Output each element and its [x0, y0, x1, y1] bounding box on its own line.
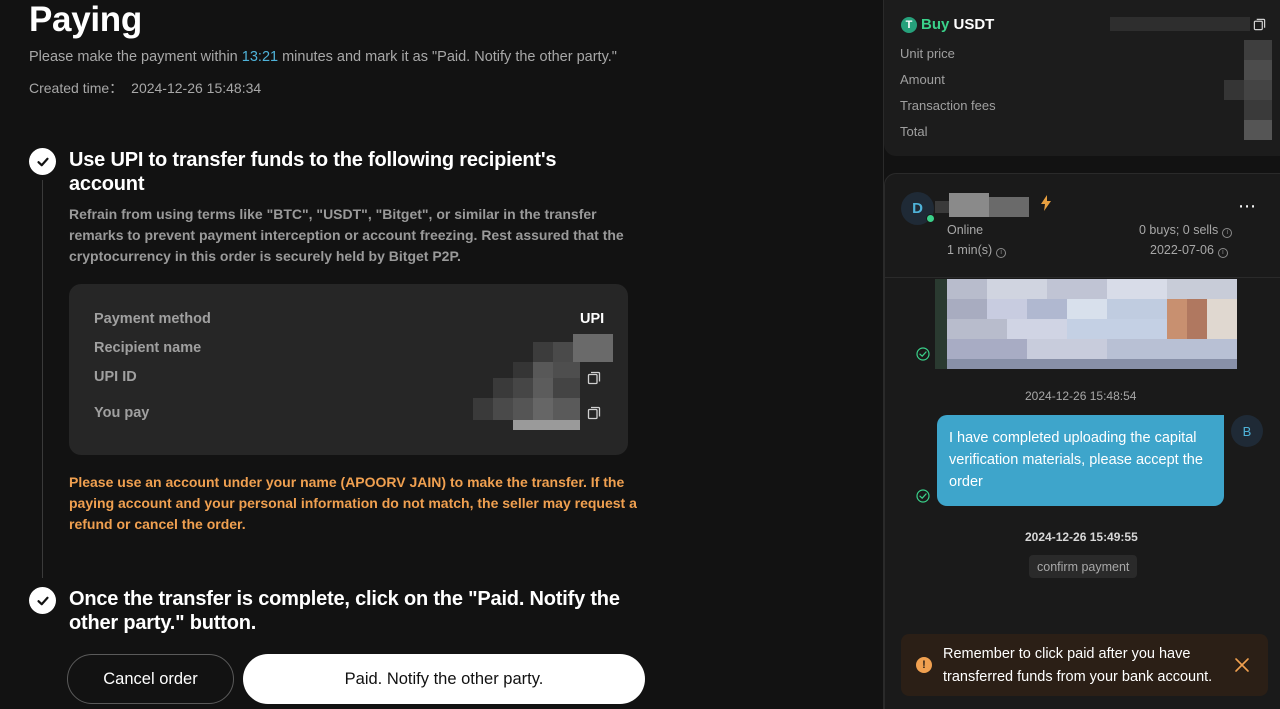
step2-title: Once the transfer is complete, click on …	[69, 588, 620, 634]
cancel-order-button[interactable]: Cancel order	[67, 654, 234, 704]
image-message[interactable]	[935, 279, 1237, 369]
trade-count: 0 buys; 0 sells i	[1139, 223, 1233, 238]
copy-upi-id-icon[interactable]	[587, 371, 601, 385]
payment-method-label: Payment method	[94, 311, 211, 327]
order-asset: USDT	[953, 16, 995, 33]
info-icon[interactable]: i	[996, 248, 1007, 258]
redacted-order-values	[1224, 40, 1272, 140]
amount-label: Amount	[900, 72, 945, 87]
recipient-name-label: Recipient name	[94, 340, 202, 356]
instruction-suffix: minutes and mark it as "Paid. Notify the…	[278, 49, 617, 65]
online-status-text: Online	[947, 223, 984, 237]
payment-method-value: UPI	[580, 311, 605, 327]
instruction-prefix: Please make the payment within	[29, 49, 242, 65]
timeline-line	[42, 180, 43, 578]
more-options-icon[interactable]: ⋯	[1238, 196, 1257, 217]
countdown-timer: 13:21	[241, 49, 279, 65]
joined-date: 2022-07-06 i	[1150, 243, 1228, 258]
payment-instruction: Please make the payment within 13:21 min…	[29, 49, 617, 65]
order-title: Buy USDT	[921, 16, 994, 33]
info-icon[interactable]: i	[1217, 248, 1228, 258]
message-read-icon	[916, 489, 930, 508]
step1-check-icon	[29, 148, 56, 175]
close-icon[interactable]	[1234, 657, 1250, 673]
created-time-value: 2024-12-26 15:48:34	[131, 80, 262, 96]
my-message-bubble: I have completed uploading the capital v…	[937, 415, 1224, 506]
unit-price-label: Unit price	[900, 46, 955, 61]
transaction-fees-label: Transaction fees	[900, 98, 996, 113]
you-pay-label: You pay	[94, 405, 150, 421]
system-timestamp: 2024-12-26 15:49:55	[1025, 530, 1138, 544]
online-status-dot	[926, 214, 935, 223]
message-timestamp: 2024-12-26 15:48:54	[1025, 389, 1137, 403]
copy-order-id-icon[interactable]	[1253, 18, 1266, 31]
account-name-warning: Please use an account under your name (A…	[69, 474, 637, 532]
tether-icon: T	[901, 17, 917, 33]
lightning-badge-icon	[1039, 195, 1053, 211]
response-time: 1 min(s) i	[947, 243, 1007, 258]
order-side: Buy	[921, 16, 950, 33]
chat-header-divider	[884, 277, 1280, 278]
created-time: Created time： 2024-12-26 15:48:34	[29, 78, 261, 98]
page-title: Paying	[29, 0, 142, 39]
message-read-icon	[916, 347, 930, 366]
step1-title: Use UPI to transfer funds to the followi…	[69, 149, 557, 195]
system-message-chip: confirm payment	[1029, 555, 1138, 578]
step2-check-icon	[29, 587, 56, 614]
my-avatar: B	[1231, 415, 1263, 447]
remarks-warning: Refrain from using terms like "BTC", "US…	[69, 206, 624, 264]
trade-count-value: 0 buys; 0 sells	[1139, 223, 1219, 237]
total-label: Total	[900, 124, 928, 139]
redacted-order-id	[1110, 17, 1250, 31]
copy-amount-icon[interactable]	[587, 406, 601, 420]
created-time-label: Created time：	[29, 80, 124, 96]
paid-notify-button[interactable]: Paid. Notify the other party.	[243, 654, 645, 704]
response-time-value: 1 min(s)	[947, 243, 993, 257]
info-icon[interactable]: i	[1222, 228, 1233, 238]
upi-id-label: UPI ID	[94, 369, 137, 385]
redacted-counterparty-name	[935, 193, 1033, 217]
reminder-toast-text: Remember to click paid after you have tr…	[943, 646, 1213, 685]
warning-icon: !	[916, 657, 932, 673]
joined-date-value: 2022-07-06	[1150, 243, 1214, 257]
